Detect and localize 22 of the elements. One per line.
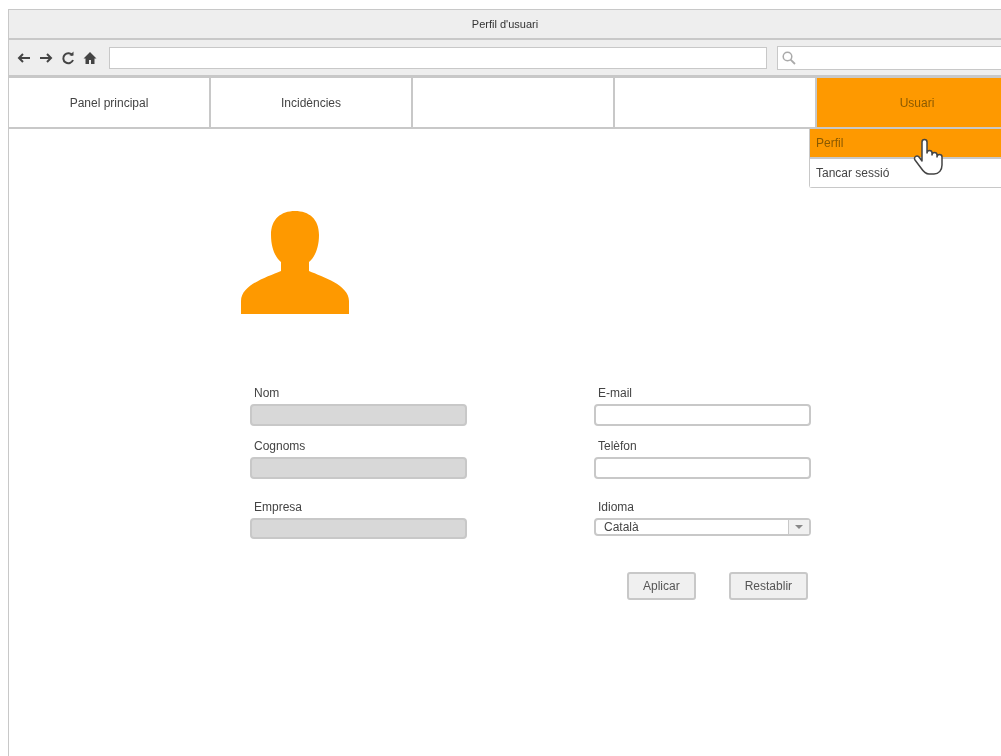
input-field[interactable]: [594, 404, 811, 426]
field-label: Idioma: [598, 500, 636, 514]
field-label: Nom: [254, 386, 281, 400]
field-label: Telèfon: [598, 439, 638, 453]
language-select[interactable]: Català: [594, 518, 811, 536]
input-field[interactable]: [594, 457, 811, 479]
hand-cursor-icon: [913, 138, 945, 178]
field-label: Cognoms: [254, 439, 307, 453]
reset-button[interactable]: Restablir: [728, 572, 809, 600]
home-icon[interactable]: [83, 50, 97, 65]
back-arrow-icon[interactable]: [17, 50, 31, 65]
user-avatar-icon: [241, 211, 349, 314]
forward-arrow-icon[interactable]: [39, 50, 53, 65]
caret-icon: [795, 525, 803, 529]
field-label: E-mail: [598, 386, 633, 400]
search-field[interactable]: [777, 45, 1001, 70]
search-icon: [782, 50, 796, 65]
apply-button[interactable]: Aplicar: [627, 572, 696, 600]
window-title: Perfil d'usuari: [471, 18, 539, 30]
reload-icon[interactable]: [61, 50, 75, 65]
field-label: Empresa: [254, 500, 304, 514]
address-field[interactable]: [109, 46, 767, 69]
